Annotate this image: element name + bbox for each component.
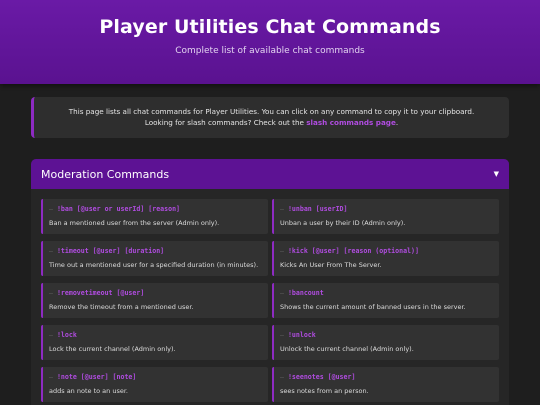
command-name: !unlock: [287, 331, 316, 339]
notice-line-1: This page lists all chat commands for Pl…: [68, 107, 475, 116]
command-name: !note [@user] [note]: [56, 373, 137, 381]
command-name: !timeout [@user] [duration]: [56, 247, 165, 255]
command-card-seenotes[interactable]: — !seenotes [@user] sees notes from an p…: [272, 367, 499, 402]
section-toggle[interactable]: Moderation Commands ▼: [31, 159, 509, 189]
command-description: Unlock the current channel (Admin only).: [280, 345, 414, 353]
page-header: Player Utilities Chat Commands Complete …: [0, 0, 540, 84]
command-name: !unban [userID]: [287, 205, 348, 213]
card-marker-icon: —: [280, 247, 288, 255]
command-card-note[interactable]: — !note [@user] [note] adds an note to a…: [41, 367, 268, 402]
card-marker-icon: —: [280, 289, 288, 297]
command-description: Kicks An User From The Server.: [280, 261, 382, 269]
page-title: Player Utilities Chat Commands: [99, 16, 441, 38]
card-marker-icon: —: [49, 289, 57, 297]
card-marker-icon: —: [280, 373, 288, 381]
card-marker-icon: —: [280, 331, 288, 339]
command-description: sees notes from an person.: [280, 387, 369, 395]
command-description: Time out a mentioned user for a specifie…: [49, 261, 259, 269]
notice-prefix: Looking for slash commands? Check out th…: [144, 118, 307, 127]
card-marker-icon: —: [49, 373, 57, 381]
command-name: !seenotes [@user]: [287, 373, 356, 381]
command-card-unban[interactable]: — !unban [userID] Unban a user by their …: [272, 199, 499, 234]
command-description: Shows the current amount of banned users…: [280, 303, 466, 311]
page-subtitle: Complete list of available chat commands: [175, 46, 365, 56]
card-marker-icon: —: [49, 205, 57, 213]
card-marker-icon: —: [49, 331, 57, 339]
command-card-lock[interactable]: — !lock Lock the current channel (Admin …: [41, 325, 268, 360]
command-card-ban[interactable]: — !ban [@user or userId] [reason] Ban a …: [41, 199, 268, 234]
command-card-kick[interactable]: — !kick [@user] [reason (optional)] Kick…: [272, 241, 499, 276]
section-title: Moderation Commands: [41, 167, 170, 181]
command-grid: — !ban [@user or userId] [reason] Ban a …: [41, 199, 499, 402]
slash-commands-link[interactable]: slash commands page: [306, 118, 396, 127]
command-card-bancount[interactable]: — !bancount Shows the current amount of …: [272, 283, 499, 318]
command-card-unlock[interactable]: — !unlock Unlock the current channel (Ad…: [272, 325, 499, 360]
command-description: adds an note to an user.: [49, 387, 128, 395]
command-card-timeout[interactable]: — !timeout [@user] [duration] Time out a…: [41, 241, 268, 276]
command-name: !ban [@user or userId] [reason]: [56, 205, 181, 213]
command-description: Unban a user by their ID (Admin only).: [280, 219, 406, 227]
command-name: !kick [@user] [reason (optional)]: [287, 247, 419, 255]
command-description: Ban a mentioned user from the server (Ad…: [49, 219, 220, 227]
command-name: !removetimeout [@user]: [56, 289, 145, 297]
notice-suffix: .: [395, 118, 399, 127]
card-marker-icon: —: [280, 205, 288, 213]
card-marker-icon: —: [49, 247, 57, 255]
command-description: Remove the timeout from a mentioned user…: [49, 303, 194, 311]
chevron-down-icon[interactable]: ▼: [494, 170, 499, 178]
notice-line-2: Looking for slash commands? Check out th…: [34, 117, 509, 128]
moderation-section: Moderation Commands ▼ — !ban [@user or u…: [31, 159, 509, 405]
command-card-removetimeout[interactable]: — !removetimeout [@user] Remove the time…: [41, 283, 268, 318]
command-name: !bancount: [287, 289, 324, 297]
command-description: Lock the current channel (Admin only).: [49, 345, 176, 353]
command-name: !lock: [56, 331, 77, 339]
info-notice: This page lists all chat commands for Pl…: [31, 97, 509, 138]
